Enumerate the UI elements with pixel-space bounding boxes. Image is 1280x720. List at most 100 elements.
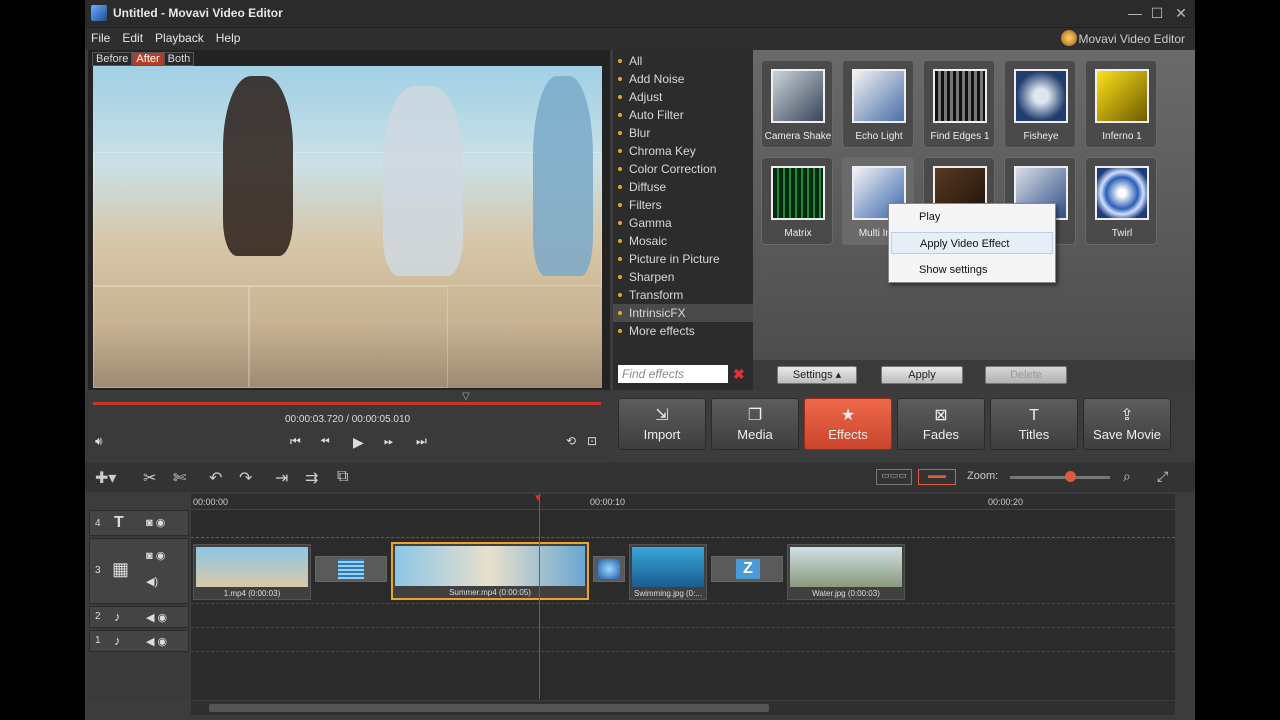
clip[interactable]: 1.mp4 (0:00:03)	[193, 544, 311, 600]
zoom-slider-handle[interactable]	[1065, 471, 1076, 482]
seek-handle-icon[interactable]: ▽	[462, 391, 470, 402]
timeline-scrollbar[interactable]	[191, 701, 1175, 715]
effect-category[interactable]: Sharpen	[613, 268, 753, 286]
context-show-settings[interactable]: Show settings	[891, 259, 1053, 281]
clip-label: 1.mp4 (0:00:03)	[223, 589, 281, 598]
visibility-icon[interactable]: ◀ ◉	[146, 611, 167, 624]
zoom-fit-icon[interactable]: ⌕	[1123, 468, 1131, 485]
crop-icon[interactable]: ⊡	[587, 434, 597, 448]
effect-category[interactable]: Gamma	[613, 214, 753, 232]
play-icon[interactable]: ▶	[353, 434, 364, 451]
video-preview[interactable]	[93, 66, 602, 388]
effect-category[interactable]: Filters	[613, 196, 753, 214]
menu-edit[interactable]: Edit	[116, 28, 149, 45]
effect-category[interactable]: More effects	[613, 322, 753, 340]
effect-thumb[interactable]: Find Edges 1	[923, 60, 995, 148]
close-button[interactable]: ✕	[1171, 4, 1191, 22]
loop-icon[interactable]: ⟲	[566, 434, 576, 448]
menu-playback[interactable]: Playback	[149, 28, 210, 45]
effect-category-selected[interactable]: IntrinsicFX	[613, 304, 753, 322]
volume-icon[interactable]: 🔊︎	[95, 434, 103, 449]
effect-thumb[interactable]: Camera Shake	[761, 60, 833, 148]
visibility-icon[interactable]: ◙ ◉	[146, 516, 165, 529]
scroll-thumb[interactable]	[209, 704, 769, 712]
context-apply-video-effect[interactable]: Apply Video Effect	[891, 232, 1053, 254]
clear-search-icon[interactable]: ✖	[733, 366, 745, 383]
cut-icon[interactable]: ✂	[143, 468, 156, 488]
effect-thumb[interactable]: Matrix	[761, 157, 833, 245]
mosaic-tile	[249, 286, 448, 388]
visibility-icon[interactable]: ◀ ◉	[146, 635, 167, 648]
seek-bar[interactable]	[93, 402, 601, 405]
skip-end-icon[interactable]: ⏭︎	[416, 434, 427, 449]
transition[interactable]: Z	[711, 556, 783, 582]
effect-category[interactable]: Color Correction	[613, 160, 753, 178]
effects-label: Effects	[828, 427, 868, 442]
playhead-marker-icon[interactable]: ▼	[533, 493, 543, 504]
effect-thumb[interactable]: Fisheye	[1004, 60, 1076, 148]
effect-category[interactable]: Auto Filter	[613, 106, 753, 124]
apply-button[interactable]: Apply	[881, 366, 963, 384]
undo-icon[interactable]: ↶	[209, 468, 222, 488]
minimize-button[interactable]: —	[1125, 4, 1145, 22]
effect-category[interactable]: Transform	[613, 286, 753, 304]
media-button[interactable]: ❐ Media	[711, 398, 799, 450]
settings-button[interactable]: Settings ▴	[777, 366, 857, 384]
transition[interactable]	[315, 556, 387, 582]
titles-button[interactable]: T Titles	[990, 398, 1078, 450]
split-icon[interactable]: ✄	[173, 468, 186, 488]
effect-category[interactable]: Chroma Key	[613, 142, 753, 160]
effect-category[interactable]: Blur	[613, 124, 753, 142]
brand-logo-icon	[1061, 30, 1077, 46]
effect-category[interactable]: Add Noise	[613, 70, 753, 88]
context-play[interactable]: Play	[891, 206, 1053, 228]
timeline-view-icon[interactable]: ▬▬	[918, 469, 956, 485]
fast-forward-icon[interactable]: ⏩︎	[384, 434, 394, 449]
clip[interactable]: Water.jpg (0:00:03)	[787, 544, 905, 600]
overlay-clip-icon[interactable]: ⇉	[305, 468, 318, 488]
effect-category[interactable]: Adjust	[613, 88, 753, 106]
insert-clip-icon[interactable]: ⇥	[275, 468, 288, 488]
audio-track-icon: ♪	[114, 609, 121, 624]
timeline-lanes[interactable]: 1.mp4 (0:00:03) Summer.mp4 (0:00:05) Swi…	[191, 510, 1175, 700]
import-button[interactable]: ⇲ Import	[618, 398, 706, 450]
maximize-button[interactable]: ☐	[1147, 4, 1167, 22]
tab-after[interactable]: After	[132, 52, 164, 66]
effect-category[interactable]: Diffuse	[613, 178, 753, 196]
snapshot-icon[interactable]: ⧉	[337, 468, 348, 486]
transition[interactable]	[593, 556, 625, 582]
effect-category[interactable]: All	[613, 52, 753, 70]
zoom-slider[interactable]	[1010, 476, 1110, 479]
skip-start-icon[interactable]: ⏮︎	[290, 434, 301, 449]
effect-thumb[interactable]: Twirl	[1085, 157, 1157, 245]
find-effects-input[interactable]: Find effects	[618, 365, 728, 383]
effect-thumb[interactable]: Inferno 1	[1085, 60, 1157, 148]
effect-category[interactable]: Mosaic	[613, 232, 753, 250]
effect-category[interactable]: Picture in Picture	[613, 250, 753, 268]
visibility-icon[interactable]: ◙ ◉	[146, 549, 165, 562]
storyboard-view-icon[interactable]: ▭▭▭	[876, 469, 912, 485]
track-number: 3	[95, 565, 101, 576]
tab-before[interactable]: Before	[92, 52, 133, 66]
timeline-ruler[interactable]	[191, 494, 1175, 510]
brand-label: Movavi Video Editor	[1078, 32, 1186, 46]
menu-file[interactable]: File	[85, 28, 116, 45]
redo-icon[interactable]: ↷	[239, 468, 252, 488]
delete-button[interactable]: Delete	[985, 366, 1067, 384]
effect-thumb-label: Fisheye	[1023, 131, 1059, 142]
clip-label: Swimming.jpg (0:...	[633, 589, 703, 598]
menu-help[interactable]: Help	[210, 28, 247, 45]
tab-both[interactable]: Both	[163, 52, 195, 66]
fades-icon: ⊠	[934, 407, 948, 424]
clip[interactable]: Swimming.jpg (0:...	[629, 544, 707, 600]
effects-button[interactable]: ★ Effects	[804, 398, 892, 450]
add-icon[interactable]: ✚▾	[95, 468, 116, 488]
playhead[interactable]	[539, 494, 540, 699]
speaker-icon[interactable]: ◀)	[146, 575, 158, 588]
effect-thumb[interactable]: Echo Light	[842, 60, 914, 148]
rewind-icon[interactable]: ⏪︎	[320, 434, 330, 449]
fades-button[interactable]: ⊠ Fades	[897, 398, 985, 450]
fullscreen-icon[interactable]: ⤢	[1157, 468, 1168, 485]
save-movie-button[interactable]: ⇪ Save Movie	[1083, 398, 1171, 450]
selected-clip[interactable]: Summer.mp4 (0:00:05)	[391, 542, 589, 600]
